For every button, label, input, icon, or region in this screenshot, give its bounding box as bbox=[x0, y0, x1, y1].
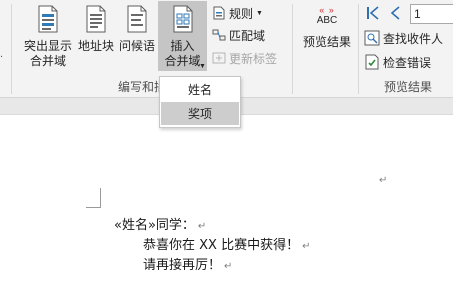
ribbon-left-edge: . bbox=[0, 48, 4, 60]
congrats-line-text: 恭喜你在 XX 比赛中获得！ bbox=[143, 238, 300, 253]
document-line: 请再接再厉！ ↵ bbox=[143, 254, 232, 273]
margin-corner-mark bbox=[86, 207, 101, 208]
ribbon-separator bbox=[358, 4, 359, 94]
greeting-line-icon bbox=[117, 5, 157, 37]
address-block-button[interactable]: 地址块 bbox=[77, 5, 115, 54]
find-recipient-button[interactable]: 查找收件人 bbox=[364, 28, 443, 48]
check-errors-icon bbox=[364, 54, 380, 70]
address-block-label: 地址块 bbox=[77, 39, 114, 53]
greeting-line-text: «姓名»同学： bbox=[114, 218, 195, 233]
find-recipient-icon bbox=[364, 30, 380, 46]
first-record-button[interactable] bbox=[365, 4, 381, 24]
insert-merge-field-label: 插入 合并域 bbox=[164, 39, 201, 68]
rules-icon bbox=[212, 6, 226, 20]
document-line: 恭喜你在 XX 比赛中获得！ ↵ bbox=[143, 234, 310, 253]
paragraph-mark: ↵ bbox=[197, 221, 207, 232]
document-canvas[interactable]: ↵ «姓名»同学： ↵ 恭喜你在 XX 比赛中获得！ ↵ 请再接再厉！ ↵ bbox=[0, 116, 453, 295]
check-errors-label: 检查错误 bbox=[383, 55, 432, 70]
check-errors-button[interactable]: 检查错误 bbox=[364, 52, 431, 72]
match-fields-icon bbox=[212, 28, 226, 42]
chevron-down-icon: ▼ bbox=[256, 9, 263, 17]
previous-record-icon bbox=[387, 5, 403, 24]
margin-corner-mark bbox=[100, 188, 101, 208]
preview-results-label: 预览结果 bbox=[302, 35, 351, 49]
chevron-down-icon: ▼ bbox=[199, 63, 206, 70]
update-labels-button[interactable]: 更新标签 bbox=[212, 48, 277, 68]
abc-label: ABC bbox=[316, 15, 338, 26]
highlight-fields-icon bbox=[22, 5, 74, 37]
insert-merge-field-button[interactable]: 插入 合并域 ▼ bbox=[158, 5, 207, 70]
merge-field-option-name[interactable]: 姓名 bbox=[161, 78, 239, 101]
merge-field-dropdown: 姓名 奖项 bbox=[159, 76, 241, 128]
rules-button[interactable]: 规则 ▼ bbox=[212, 3, 263, 23]
ribbon-separator bbox=[11, 4, 12, 94]
highlight-merge-fields-label: 突出显示 合并域 bbox=[23, 39, 72, 68]
previous-record-button[interactable] bbox=[387, 4, 403, 24]
preview-abc-icon: « » ABC bbox=[300, 5, 354, 33]
match-fields-label: 匹配域 bbox=[229, 28, 266, 43]
rules-label: 规则 bbox=[229, 6, 254, 21]
encourage-line-text: 请再接再厉！ bbox=[143, 258, 222, 273]
record-number-input[interactable]: 1 bbox=[410, 4, 453, 24]
document-line: «姓名»同学： ↵ bbox=[114, 214, 206, 233]
first-record-icon bbox=[365, 5, 381, 24]
match-fields-button[interactable]: 匹配域 bbox=[212, 25, 265, 45]
merge-field-option-award[interactable]: 奖项 bbox=[161, 102, 239, 125]
greeting-line-button[interactable]: 问候语 bbox=[117, 5, 157, 54]
update-labels-label: 更新标签 bbox=[229, 51, 278, 66]
address-block-icon bbox=[77, 5, 115, 37]
ribbon-separator bbox=[292, 4, 293, 94]
highlight-merge-fields-button[interactable]: 突出显示 合并域 bbox=[22, 5, 74, 69]
paragraph-mark: ↵ bbox=[302, 241, 311, 252]
greeting-line-label: 问候语 bbox=[118, 39, 155, 53]
paragraph-mark: ↵ bbox=[224, 261, 233, 272]
update-labels-icon bbox=[212, 51, 226, 65]
paragraph-mark: ↵ bbox=[379, 175, 388, 186]
insert-merge-field-icon bbox=[158, 5, 207, 37]
preview-group-label: 预览结果 bbox=[384, 80, 433, 94]
preview-results-button[interactable]: « » ABC 预览结果 bbox=[300, 5, 354, 50]
find-recipient-label: 查找收件人 bbox=[383, 31, 444, 46]
